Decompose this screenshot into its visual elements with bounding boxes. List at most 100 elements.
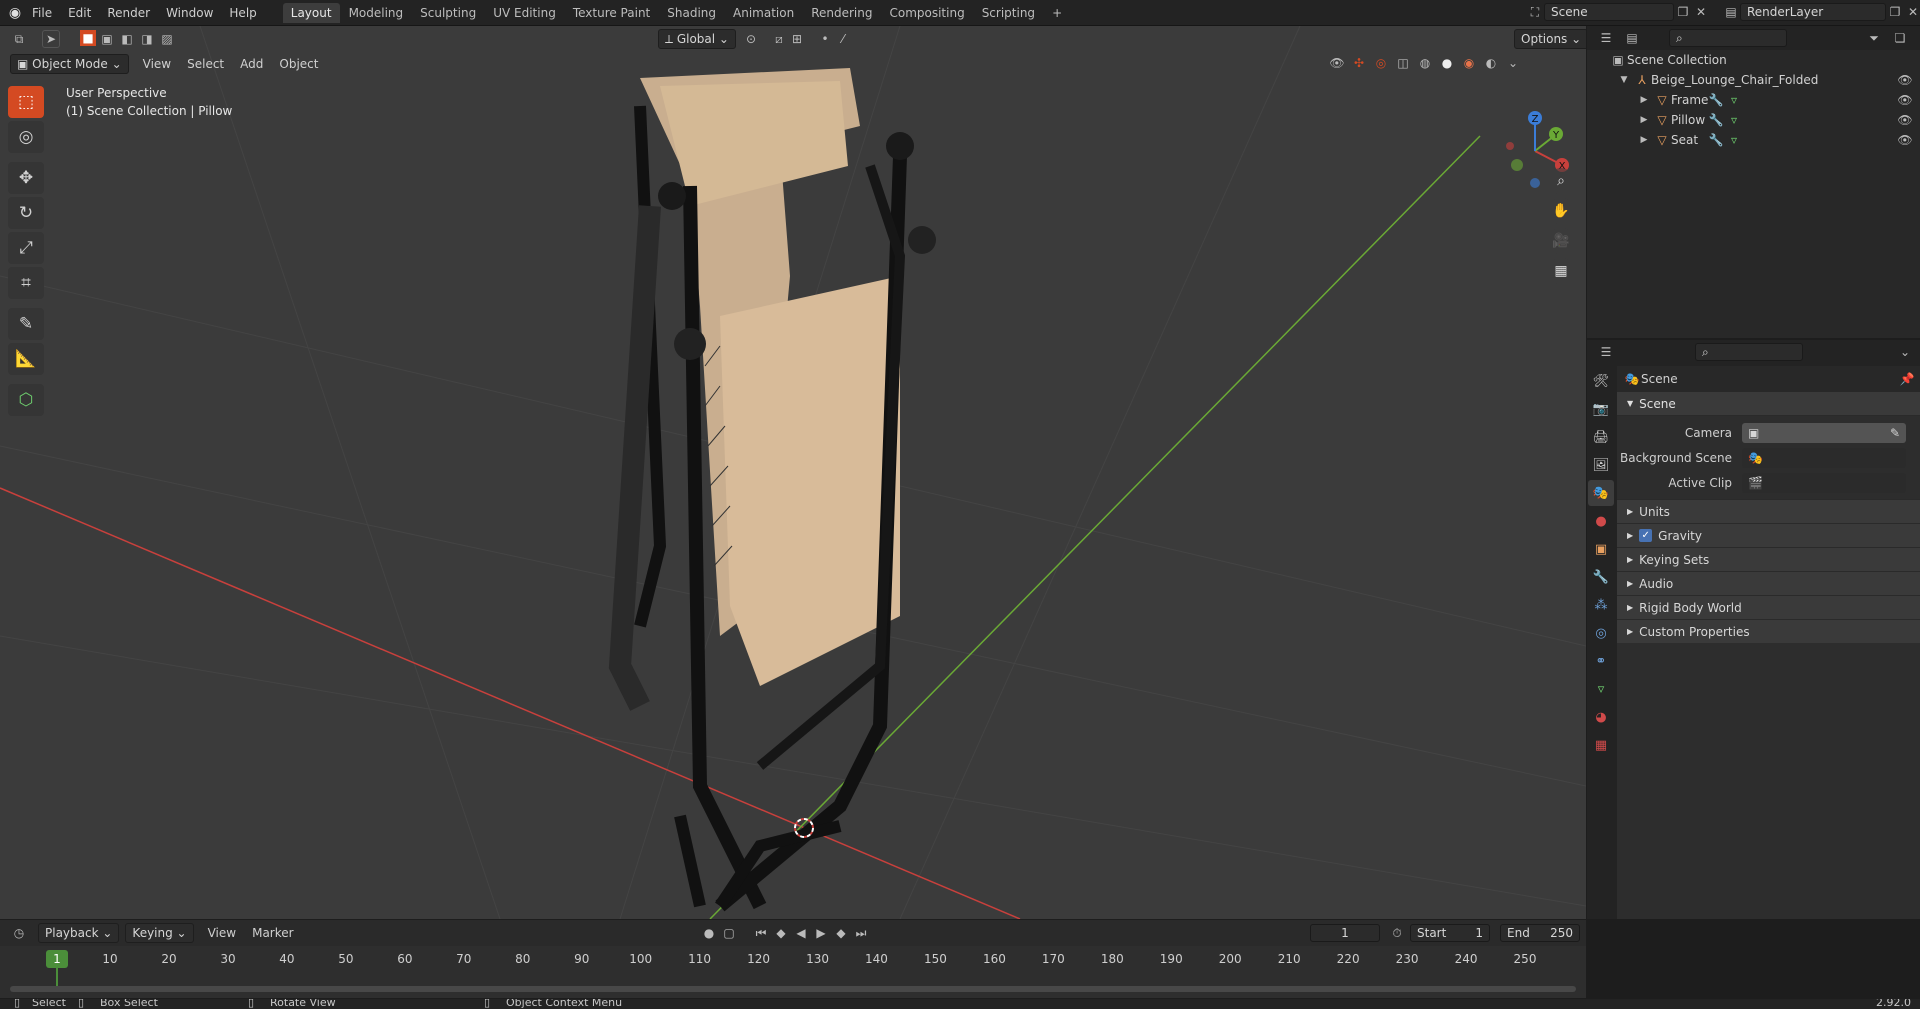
move-tool[interactable]: ✥ (8, 162, 44, 194)
world-tab-icon[interactable]: ● (1588, 508, 1614, 534)
scale-tool[interactable]: ⤢ (8, 232, 44, 264)
end-frame-field[interactable]: End 250 (1500, 924, 1580, 942)
custom-properties-panel[interactable]: ▶ Custom Properties (1617, 619, 1920, 643)
cursor-tool[interactable]: ◎ (8, 121, 44, 153)
stopwatch-icon[interactable]: ⏱ (1388, 924, 1406, 942)
timeline-marker-menu[interactable]: Marker (244, 926, 301, 940)
scene-selector[interactable]: Scene (1544, 3, 1674, 21)
proportional-edit-icon[interactable]: • (816, 30, 834, 48)
eyedropper-icon[interactable]: ✎ (1890, 426, 1900, 440)
texture-tab-icon[interactable]: ▦ (1588, 732, 1614, 758)
outliner-collection[interactable]: ▼ ⅄ Beige_Lounge_Chair_Folded 👁 (1587, 70, 1920, 90)
rendered-shading-icon[interactable]: ◐ (1482, 54, 1500, 72)
scene-icon[interactable]: ⛶ (1526, 3, 1544, 21)
wireframe-shading-icon[interactable]: ◍ (1416, 54, 1434, 72)
overlay-icon[interactable]: ◎ (1372, 54, 1390, 72)
tab-layout[interactable]: Layout (282, 2, 340, 23)
auto-keying-icon[interactable]: ▢ (720, 924, 738, 942)
display-mode-icon[interactable]: ▤ (1623, 29, 1641, 47)
editor-type-icon[interactable]: ⧉ (10, 30, 28, 48)
select-cursor-icon[interactable]: ➤ (42, 30, 60, 48)
select-subtract-icon[interactable]: ◧ (118, 30, 136, 48)
outliner-scene-collection[interactable]: ▣ Scene Collection (1587, 50, 1920, 70)
tab-shading[interactable]: Shading (659, 3, 724, 23)
expand-arrow-icon[interactable]: ▶ (1635, 131, 1653, 149)
audio-panel[interactable]: ▶ Audio (1617, 571, 1920, 595)
view-layer-selector[interactable]: RenderLayer (1740, 3, 1886, 21)
outliner-item-frame[interactable]: ▶ ▽ Frame 🔧 ▿ 👁 (1587, 90, 1920, 110)
play-icon[interactable]: ▶ (812, 924, 830, 942)
view-layer-tab-icon[interactable]: 🖼 (1588, 452, 1614, 478)
visibility-eye-icon[interactable]: 👁 (1896, 71, 1914, 89)
visibility-eye-icon[interactable]: 👁 (1896, 131, 1914, 149)
timeline-view-menu[interactable]: View (200, 926, 244, 940)
background-scene-field[interactable]: 🎭 (1742, 447, 1906, 468)
current-frame-field[interactable]: 1 (1310, 924, 1380, 942)
tool-settings-tab-icon[interactable]: 🛠 (1588, 368, 1614, 394)
record-icon[interactable]: ● (700, 924, 718, 942)
camera-view-icon[interactable]: 🎥 (1548, 228, 1574, 254)
view-layer-icon[interactable]: ▤ (1722, 3, 1740, 21)
gizmo-icon[interactable]: ✣ (1350, 54, 1368, 72)
outliner-item-seat[interactable]: ▶ ▽ Seat 🔧 ▿ 👁 (1587, 130, 1920, 150)
outliner-item-pillow[interactable]: ▶ ▽ Pillow 🔧 ▿ 👁 (1587, 110, 1920, 130)
pan-hand-icon[interactable]: ✋ (1548, 198, 1574, 224)
timeline-ruler[interactable]: 10 20 30 40 50 60 70 80 90 100 110 120 130 140 150 160 1… (0, 946, 1586, 998)
render-tab-icon[interactable]: 📷 (1588, 396, 1614, 422)
mode-dropdown[interactable]: ▣ Object Mode ⌄ (10, 54, 129, 74)
filter-icon[interactable]: ⏷ (1865, 29, 1883, 47)
select-box-tool[interactable]: ⬚ (8, 86, 44, 118)
select-intersect-icon[interactable]: ▨ (158, 30, 176, 48)
ortho-grid-icon[interactable]: ▦ (1548, 258, 1574, 284)
modifier-tab-icon[interactable]: 🔧 (1588, 564, 1614, 590)
outliner-editor-icon[interactable]: ☰ (1597, 29, 1615, 47)
copy-layer-icon[interactable]: ❐ (1886, 3, 1904, 21)
jump-end-icon[interactable]: ⏭ (852, 924, 870, 942)
3d-viewport[interactable]: ⧉ ➤ ■ ▣ ◧ ◨ ▨ ⟂ Global ⌄ ⊙ ⧄ ⊞ • ⁄ Optio… (0, 26, 1586, 919)
menu-select[interactable]: Select (179, 57, 232, 71)
keying-menu[interactable]: Keying ⌄ (125, 923, 194, 943)
blender-logo-icon[interactable]: ◉ (6, 4, 24, 22)
snap-target-icon[interactable]: ⊞ (788, 30, 806, 48)
annotate-tool[interactable]: ✎ (8, 308, 44, 340)
menu-edit[interactable]: Edit (60, 6, 99, 20)
expand-arrow-icon[interactable]: ▶ (1635, 111, 1653, 129)
menu-help[interactable]: Help (221, 6, 264, 20)
pivot-icon[interactable]: ⊙ (742, 30, 760, 48)
transform-tool[interactable]: ⌗ (8, 267, 44, 299)
chair-model[interactable] (608, 68, 936, 912)
playhead[interactable]: 1 (46, 950, 68, 968)
selection-modes[interactable]: ■ ▣ ◧ ◨ ▨ (80, 30, 176, 48)
scene-tab-icon[interactable]: 🎭 (1588, 480, 1614, 506)
pin-icon[interactable]: 📌 (1898, 370, 1916, 388)
visibility-eye-icon[interactable]: 👁 (1896, 111, 1914, 129)
jump-start-icon[interactable]: ⏮ (752, 924, 770, 942)
snap-icon[interactable]: ⧄ (770, 30, 788, 48)
camera-field[interactable]: ▣ ✎ (1742, 422, 1906, 443)
options-dropdown[interactable]: Options ⌄ (1514, 29, 1586, 49)
select-new-icon[interactable]: ■ (80, 30, 96, 46)
data-tab-icon[interactable]: ▿ (1588, 676, 1614, 702)
material-shading-icon[interactable]: ◉ (1460, 54, 1478, 72)
menu-render[interactable]: Render (99, 6, 158, 20)
timeline-editor-icon[interactable]: ◷ (10, 924, 28, 942)
rotate-tool[interactable]: ↻ (8, 197, 44, 229)
properties-editor-icon[interactable]: ☰ (1597, 343, 1615, 361)
tab-rendering[interactable]: Rendering (803, 3, 880, 23)
visibility-eye-icon[interactable]: 👁 (1896, 91, 1914, 109)
menu-view[interactable]: View (135, 57, 179, 71)
keying-sets-panel[interactable]: ▶ Keying Sets (1617, 547, 1920, 571)
dropdown-icon[interactable]: ⌄ (1896, 343, 1914, 361)
particles-tab-icon[interactable]: ⁂ (1588, 592, 1614, 618)
shading-options-icon[interactable]: ⌄ (1504, 54, 1522, 72)
zoom-icon[interactable]: ⌕ (1548, 168, 1574, 194)
timeline-scrollbar[interactable] (10, 986, 1576, 992)
measure-tool[interactable]: 📐 (8, 343, 44, 375)
constraints-tab-icon[interactable]: ⚭ (1588, 648, 1614, 674)
visibility-icon[interactable]: 👁 (1328, 54, 1346, 72)
play-reverse-icon[interactable]: ◀ (792, 924, 810, 942)
solid-shading-icon[interactable]: ● (1438, 54, 1456, 72)
tab-modeling[interactable]: Modeling (341, 3, 412, 23)
close-layer-icon[interactable]: ✕ (1904, 3, 1920, 21)
expand-arrow-icon[interactable]: ▼ (1615, 71, 1633, 89)
